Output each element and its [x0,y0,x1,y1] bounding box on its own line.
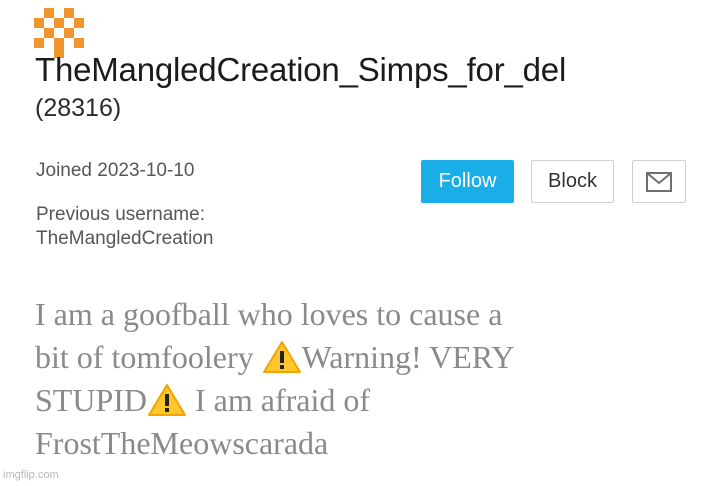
follow-button[interactable]: Follow [421,160,514,203]
bio-line-3-b: I am afraid of [187,382,371,418]
user-id: (28316) [35,94,122,122]
joined-date: Joined 2023-10-10 [36,160,195,181]
bio-line-3-a: STUPID [35,382,148,418]
previous-username-block: Previous username: TheMangledCreation [36,203,213,251]
watermark: imgflip.com [3,469,59,481]
bio-line-2-b: Warning! VERY [301,339,515,375]
warning-emoji-icon [148,384,187,416]
previous-username: TheMangledCreation [36,228,214,249]
block-button[interactable]: Block [531,160,614,203]
username: TheMangledCreation_Simps_for_del [35,51,567,88]
bio-text: I am a goofball who loves to cause a bit… [35,293,675,465]
bio-line-2: bit of tomfoolery Warning! VERY [35,336,675,379]
bio-line-2-a: bit of tomfoolery [35,339,262,375]
message-button[interactable] [632,160,686,203]
warning-emoji-icon [262,341,301,373]
mail-icon [646,171,672,192]
bio-line-1: I am a goofball who loves to cause a [35,296,503,332]
bio-line-4: FrostTheMeowscarada [35,425,329,461]
previous-username-label: Previous username: [36,204,205,225]
bio-line-3: STUPID I am afraid of [35,379,675,422]
